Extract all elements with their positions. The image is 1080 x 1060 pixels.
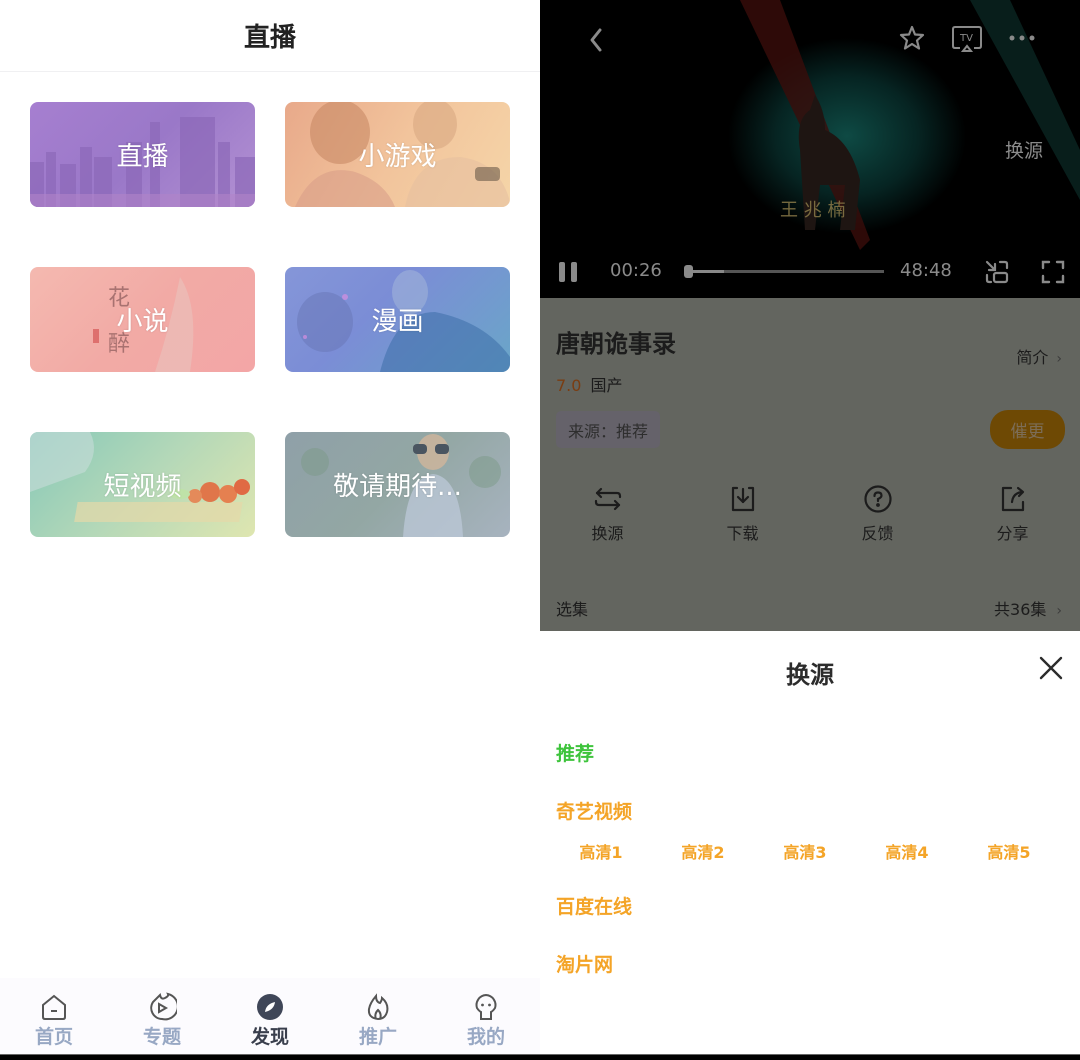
category-label: 漫画 xyxy=(371,307,424,337)
home-icon xyxy=(42,994,66,1020)
source-option-baidu[interactable]: 百度在线 xyxy=(556,892,632,919)
quality-option[interactable]: 高清3 xyxy=(754,839,856,863)
nav-label: 专题 xyxy=(142,1026,181,1048)
quality-option[interactable]: 高清5 xyxy=(958,839,1060,863)
action-download[interactable]: 下载 xyxy=(675,484,810,544)
category-card-novel[interactable]: 花 醉 小说 xyxy=(30,267,255,372)
intro-link[interactable]: 简介 › xyxy=(1016,344,1062,368)
quality-option[interactable]: 高清1 xyxy=(550,839,652,863)
video-info-panel: 唐朝诡事录 简介 › 7.0 国产 来源：推荐 催更 换源 下载 反馈 分享 选… xyxy=(540,298,1080,631)
video-player[interactable]: 王 兆 楠 TV 换源 00:26 48:48 xyxy=(540,0,1080,298)
switch-source-sheet: 换源 推荐 奇艺视频 高清1 高清2 高清3 高清4 高清5 百度在线 淘片网 xyxy=(540,631,1080,1054)
quality-option[interactable]: 高清2 xyxy=(652,839,754,863)
episodes-label: 选集 xyxy=(556,600,589,619)
nav-item-profile[interactable]: 我的 xyxy=(432,978,540,1054)
action-label: 换源 xyxy=(591,524,624,543)
chevron-right-icon: › xyxy=(1056,351,1062,367)
more-dots-icon xyxy=(1009,35,1035,41)
category-card-coming-soon[interactable]: 敬请期待... xyxy=(285,432,510,537)
download-icon xyxy=(731,486,754,512)
star-icon xyxy=(899,25,925,50)
close-button[interactable] xyxy=(1038,655,1064,681)
show-title: 唐朝诡事录 xyxy=(556,330,676,358)
meta-row: 7.0 国产 xyxy=(556,372,623,396)
category-label: 短视频 xyxy=(103,472,182,502)
nav-item-discover[interactable]: 发现 xyxy=(216,978,324,1054)
topic-play-icon xyxy=(150,992,177,1021)
fullscreen-button[interactable] xyxy=(1040,259,1066,285)
watermark-text: 王 兆 楠 xyxy=(780,200,845,221)
favorite-button[interactable] xyxy=(898,24,926,52)
quality-option[interactable]: 高清4 xyxy=(856,839,958,863)
source-option-recommend[interactable]: 推荐 xyxy=(556,739,594,766)
nav-item-topics[interactable]: 专题 xyxy=(108,978,216,1054)
urge-update-button[interactable]: 催更 xyxy=(990,410,1065,449)
source-option-iqiyi[interactable]: 奇艺视频 xyxy=(556,797,632,824)
action-switch-source[interactable]: 换源 xyxy=(540,484,675,544)
discover-compass-icon xyxy=(257,994,283,1020)
player-controls: 00:26 48:48 xyxy=(540,256,1080,288)
rotate-screen-icon xyxy=(985,260,1009,284)
switch-source-icon xyxy=(594,487,621,511)
page-header: 直播 xyxy=(0,0,540,72)
action-feedback[interactable]: 反馈 xyxy=(810,484,945,544)
close-icon xyxy=(1039,656,1063,680)
category-label: 小游戏 xyxy=(358,142,437,172)
intro-label: 简介 xyxy=(1016,348,1049,367)
system-bottom-edge xyxy=(0,1054,1080,1060)
nav-label: 我的 xyxy=(466,1026,505,1048)
episodes-count: 共36集 xyxy=(994,600,1047,619)
cast-tv-button[interactable]: TV xyxy=(951,24,983,54)
page-title: 直播 xyxy=(243,23,296,53)
episodes-selector[interactable]: 选集 共36集 › xyxy=(556,596,1062,620)
pause-icon xyxy=(559,262,577,282)
chevron-left-icon xyxy=(590,28,602,52)
rating-score: 7.0 xyxy=(556,376,582,395)
share-icon xyxy=(1001,486,1024,512)
flame-icon xyxy=(367,993,389,1021)
nav-label: 首页 xyxy=(34,1026,73,1048)
current-time: 00:26 xyxy=(610,260,662,281)
action-share[interactable]: 分享 xyxy=(945,484,1080,544)
progress-bar[interactable] xyxy=(683,265,884,278)
category-label: 小说 xyxy=(116,307,169,337)
category-card-comics[interactable]: 漫画 xyxy=(285,267,510,372)
video-detail-screen: 王 兆 楠 TV 换源 00:26 48:48 唐朝诡事录 简介 › 7.0 国… xyxy=(540,0,1080,1054)
category-card-live[interactable]: 直播 xyxy=(30,102,255,207)
player-top-bar: TV xyxy=(540,22,1080,58)
progress-thumb[interactable] xyxy=(683,265,693,278)
more-options-button[interactable] xyxy=(1006,28,1038,48)
profile-icon xyxy=(475,993,497,1020)
action-label: 下载 xyxy=(726,524,759,543)
category-label: 直播 xyxy=(116,142,169,172)
nav-item-home[interactable]: 首页 xyxy=(0,978,108,1054)
duration: 48:48 xyxy=(900,260,952,281)
source-tag: 来源：推荐 xyxy=(556,411,661,448)
player-switch-source-button[interactable]: 换源 xyxy=(1005,136,1043,163)
nav-item-promote[interactable]: 推广 xyxy=(324,978,432,1054)
pause-button[interactable] xyxy=(556,260,580,284)
screen-rotate-button[interactable] xyxy=(984,259,1010,285)
back-button[interactable] xyxy=(584,22,608,58)
action-bar: 换源 下载 反馈 分享 xyxy=(540,484,1080,544)
svg-text:TV: TV xyxy=(959,33,973,44)
sheet-title: 换源 xyxy=(786,661,834,689)
feedback-question-icon xyxy=(863,485,892,513)
category-card-short-video[interactable]: 短视频 xyxy=(30,432,255,537)
nav-label: 推广 xyxy=(358,1026,397,1048)
chevron-right-icon: › xyxy=(1056,603,1062,619)
category-label: 敬请期待... xyxy=(333,472,462,502)
action-label: 分享 xyxy=(996,524,1029,543)
fullscreen-icon xyxy=(1041,260,1065,284)
source-option-taopian[interactable]: 淘片网 xyxy=(556,950,613,977)
discover-screen: 直播 直播 小游戏 花 醉 小说 漫画 短视频 敬请期待... 首页 专题 发现… xyxy=(0,0,540,1054)
region-tag: 国产 xyxy=(590,376,623,395)
category-card-mini-games[interactable]: 小游戏 xyxy=(285,102,510,207)
bottom-nav: 首页 专题 发现 推广 我的 xyxy=(0,978,540,1054)
tv-cast-icon: TV xyxy=(952,26,982,52)
nav-label: 发现 xyxy=(250,1026,289,1048)
action-label: 反馈 xyxy=(861,524,894,543)
quality-options: 高清1 高清2 高清3 高清4 高清5 xyxy=(540,839,1080,863)
